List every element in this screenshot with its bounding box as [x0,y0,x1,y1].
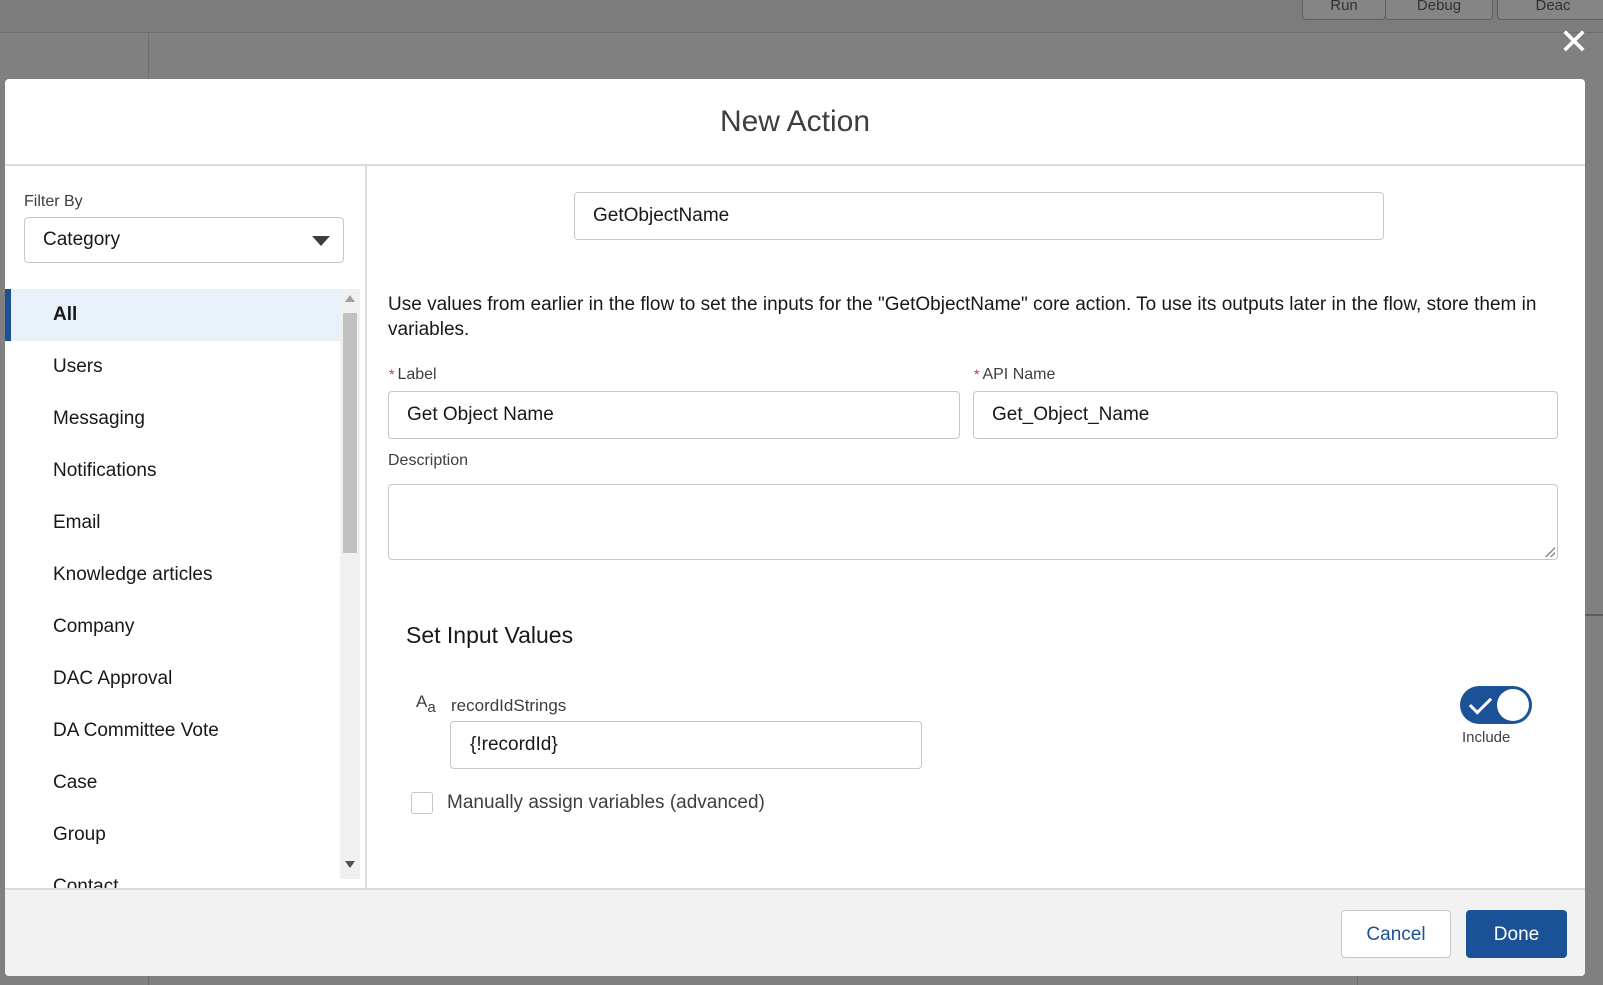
category-item[interactable]: Notifications [5,445,340,497]
param-name-label: recordIdStrings [451,696,567,715]
chevron-down-icon [312,236,330,246]
category-item[interactable]: Email [5,497,340,549]
scroll-down-arrow-icon[interactable] [345,861,355,868]
checkmark-icon [1468,691,1493,715]
new-action-modal: New Action Filter By Category All Users Me… [5,79,1585,976]
modal-header: New Action [5,79,1585,166]
cancel-button[interactable]: Cancel [1341,910,1451,958]
help-text: Use values from earlier in the flow to s… [388,294,1537,340]
category-list: All Users Messaging Notifications Email Knowl… [5,289,340,888]
category-panel: Filter By Category All Users Messaging Noti… [5,166,367,888]
background-toolbar: Run Debug Deac [0,0,1603,33]
background-run-button: Run [1302,0,1386,20]
category-item[interactable]: Group [5,809,340,861]
category-item[interactable]: Messaging [5,393,340,445]
category-item[interactable]: Contact [5,861,340,888]
category-item[interactable]: Company [5,601,340,653]
label-field-label: * Label [389,366,437,384]
label-field-label-text: Label [397,366,437,383]
modal-body: Filter By Category All Users Messaging Noti… [5,166,1585,888]
text-type-icon-upper: A [416,692,428,711]
text-type-icon-lower: a [427,699,436,716]
toggle-knob [1497,689,1529,721]
background-divider [1585,614,1603,616]
filter-by-select[interactable]: Category [24,217,344,263]
required-marker: * [974,366,980,382]
category-item[interactable]: Knowledge articles [5,549,340,601]
label-input[interactable]: Get Object Name [388,391,960,439]
scroll-up-arrow-icon[interactable] [345,295,355,302]
scroll-thumb[interactable] [343,313,357,553]
api-name-field-label-text: API Name [982,366,1056,383]
api-name-input[interactable]: Get_Object_Name [973,391,1558,439]
required-marker: * [389,366,395,382]
modal-footer: Cancel Done [5,888,1585,976]
manual-assign-checkbox[interactable] [411,792,433,814]
text-type-icon: Aa [416,692,436,716]
api-name-field-label: * API Name [974,366,1055,384]
background-deactivate-button: Deac [1497,0,1603,20]
category-item[interactable]: DAC Approval [5,653,340,705]
category-item[interactable]: Users [5,341,340,393]
include-toggle-label: Include [1462,729,1511,746]
filter-by-label: Filter By [24,193,83,210]
action-search-input[interactable]: GetObjectName [574,192,1384,240]
description-textarea[interactable] [388,484,1558,560]
category-scrollbar[interactable] [340,289,360,879]
include-toggle[interactable] [1460,686,1532,724]
description-field-label: Description [388,452,469,469]
set-input-values-heading: Set Input Values [406,622,574,648]
done-button[interactable]: Done [1466,910,1567,958]
record-id-strings-input[interactable]: {!recordId} [450,721,922,769]
filter-by-selected-value: Category [43,229,121,250]
category-item[interactable]: Case [5,757,340,809]
background-debug-button: Debug [1385,0,1493,20]
resize-handle-icon[interactable] [1545,547,1555,557]
manual-assign-label[interactable]: Manually assign variables (advanced) [447,792,765,814]
action-config-panel: GetObjectName Use values from earlier in… [367,166,1585,888]
close-icon[interactable]: ✕ [1557,25,1591,61]
category-item[interactable]: All [5,289,340,341]
category-item[interactable]: DA Committee Vote [5,705,340,757]
modal-title: New Action [719,105,871,138]
